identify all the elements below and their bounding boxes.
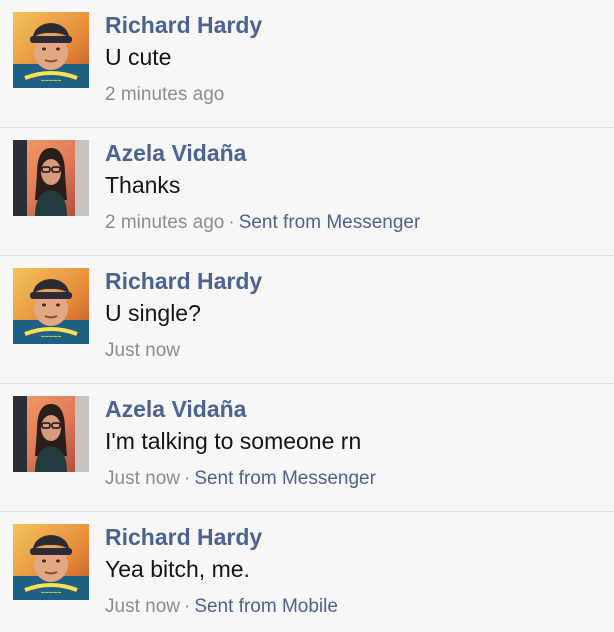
separator-dot: · xyxy=(183,468,191,489)
timestamp[interactable]: Just now xyxy=(105,340,180,361)
message-item: Azela Vidaña Thanks 2 minutes ago · Sent fro… xyxy=(0,128,614,256)
message-text: Thanks xyxy=(105,172,181,198)
svg-text:~~~~~: ~~~~~ xyxy=(41,590,61,597)
sender-name[interactable]: Richard Hardy xyxy=(105,268,262,295)
avatar[interactable]: ~~~~~ xyxy=(13,268,89,344)
sender-name[interactable]: Richard Hardy xyxy=(105,12,262,39)
avatar[interactable] xyxy=(13,396,89,472)
message-text: I'm talking to someone rn xyxy=(105,428,362,454)
timestamp[interactable]: 2 minutes ago xyxy=(105,84,224,105)
message-meta: Just now · Sent from Mobile xyxy=(105,596,338,618)
svg-text:~~~~~: ~~~~~ xyxy=(41,334,61,341)
message-text: Yea bitch, me. xyxy=(105,556,250,582)
message-item: ~~~~~ Richard Hardy Yea bitch, me. Just no… xyxy=(0,512,614,632)
message-text: U cute xyxy=(105,44,172,70)
message-item: Azela Vidaña I'm talking to someone rn Jus… xyxy=(0,384,614,512)
sender-name[interactable]: Azela Vidaña xyxy=(105,396,246,423)
sender-name[interactable]: Azela Vidaña xyxy=(105,140,246,167)
svg-text:~~~~~: ~~~~~ xyxy=(41,78,61,85)
message-item: ~~~~~ Richard Hardy U cute 2 minutes ago xyxy=(0,0,614,128)
separator-dot: · xyxy=(183,596,191,617)
source-link[interactable]: Sent from Mobile xyxy=(194,596,338,617)
avatar[interactable]: ~~~~~ xyxy=(13,524,89,600)
message-meta: Just now xyxy=(105,340,180,362)
avatar[interactable] xyxy=(13,140,89,216)
source-link[interactable]: Sent from Messenger xyxy=(239,212,421,233)
timestamp[interactable]: 2 minutes ago xyxy=(105,212,224,233)
separator-dot: · xyxy=(228,212,235,233)
message-text: U single? xyxy=(105,300,201,326)
avatar[interactable]: ~~~~~ xyxy=(13,12,89,88)
message-meta: 2 minutes ago · Sent from Messenger xyxy=(105,212,420,234)
source-link[interactable]: Sent from Messenger xyxy=(194,468,376,489)
message-item: ~~~~~ Richard Hardy U single? Just now xyxy=(0,256,614,384)
sender-name[interactable]: Richard Hardy xyxy=(105,524,262,551)
message-meta: Just now · Sent from Messenger xyxy=(105,468,376,490)
timestamp[interactable]: Just now xyxy=(105,468,180,489)
message-meta: 2 minutes ago xyxy=(105,84,224,106)
timestamp[interactable]: Just now xyxy=(105,596,180,617)
comment-thread: ~~~~~ Richard Hardy U cute 2 minutes ago A… xyxy=(0,0,614,632)
